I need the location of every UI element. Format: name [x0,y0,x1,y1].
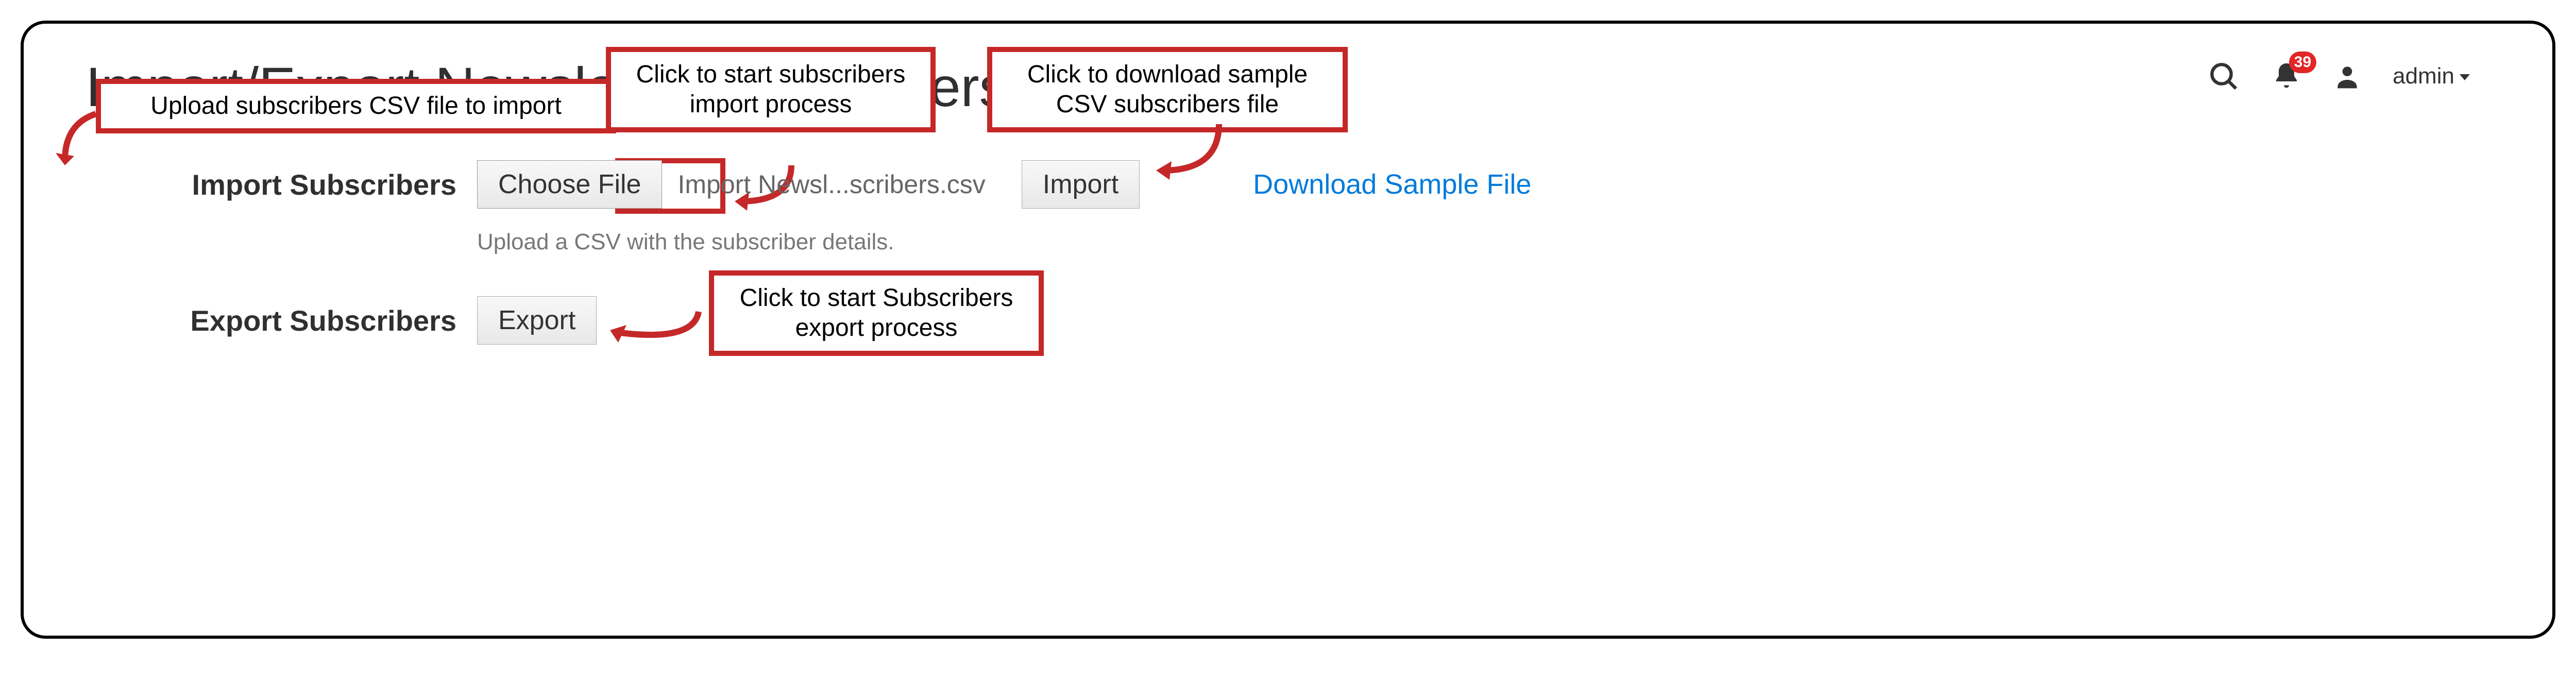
choose-file-button[interactable]: Choose File [477,160,662,209]
header-actions: 39 admin [2207,55,2490,93]
import-hint: Upload a CSV with the subscriber details… [477,229,2490,255]
page-frame: Import/Export Newsletter Subscribers 39 [21,21,2555,639]
account-menu[interactable]: admin [2393,63,2470,89]
callout-export: Click to start Subscribers export proces… [709,270,1044,356]
callout-import: Click to start subscribers import proces… [606,47,936,132]
search-icon[interactable] [2207,60,2240,93]
account-icon[interactable] [2333,62,2362,91]
selected-filename: Import Newsl...scribers.csv [677,169,985,199]
export-label: Export Subscribers [86,304,456,337]
notification-bell-icon[interactable]: 39 [2271,61,2302,92]
import-row: Import Subscribers Choose File Import Ne… [477,160,2490,209]
import-button[interactable]: Import [1022,160,1140,209]
export-controls: Export Click to start Subscribers export… [477,296,597,345]
notification-badge: 39 [2289,52,2316,73]
export-button[interactable]: Export [477,296,597,345]
account-name: admin [2393,63,2454,89]
callout-download: Click to download sample CSV subscribers… [987,47,1348,132]
download-sample-link[interactable]: Download Sample File [1253,168,1531,200]
import-label: Import Subscribers [86,168,456,201]
import-controls: Choose File Import Newsl...scribers.csv … [477,160,1531,209]
callout-upload: Upload subscribers CSV file to import [96,79,616,133]
export-row: Export Subscribers Export Click to start… [477,296,2490,345]
form-area: Upload subscribers CSV file to import Cl… [86,134,2490,345]
caret-down-icon [2460,74,2470,80]
arrow-export [590,296,709,353]
